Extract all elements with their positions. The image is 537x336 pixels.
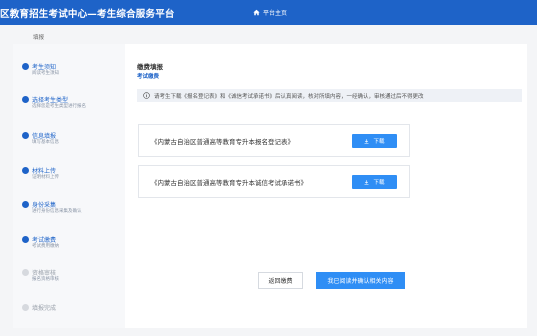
download-icon — [364, 138, 369, 144]
download-button-label: 下载 — [373, 139, 385, 145]
step-dot — [22, 96, 29, 103]
step-sidebar — [13, 44, 125, 328]
step-desc: 填写基本信息 — [32, 140, 59, 145]
step-desc: 证明材料上传 — [32, 175, 59, 180]
step-dot — [22, 132, 29, 139]
document-row: 《内蒙古自治区普通高等教育专升本诚信考试承诺书》 下载 — [138, 165, 410, 198]
step-dot — [22, 269, 29, 276]
home-icon — [253, 9, 260, 16]
confirm-read-button[interactable]: 我已阅读并确认相关内容 — [316, 272, 405, 289]
document-row: 《内蒙古自治区普通高等教育专升本报名登记表》 下载 — [138, 124, 410, 157]
home-link-label: 平台主页 — [263, 10, 288, 17]
step-desc: 报名资格审核 — [32, 277, 59, 282]
download-icon — [364, 179, 369, 185]
app-title: 区教育招生考试中心—考生综合服务平台 — [0, 9, 175, 20]
step-dot — [22, 167, 29, 174]
download-button-label: 下载 — [373, 180, 385, 186]
breadcrumb: 填报 — [33, 35, 45, 41]
step-dot — [22, 63, 29, 70]
step-desc: 考试费用缴纳 — [32, 244, 59, 249]
step-dot — [22, 304, 29, 311]
document-label: 《内蒙古自治区普通高等教育专升本报名登记表》 — [151, 138, 294, 146]
download-button[interactable]: 下载 — [352, 134, 397, 148]
step-dot — [22, 201, 29, 208]
section-subtitle: 考试缴费 — [137, 74, 160, 80]
info-icon — [143, 92, 150, 99]
top-header: 区教育招生考试中心—考生综合服务平台 平台主页 — [0, 0, 537, 25]
download-button[interactable]: 下载 — [352, 175, 397, 189]
step-desc: 选择您是考生类型进行报名 — [32, 104, 86, 109]
step-dot — [22, 236, 29, 243]
step-desc: 阅读考生须知 — [32, 71, 59, 76]
notice-text: 请考生下载《报名登记表》和《诚信考试承诺书》后认真阅读，核对所填内容，一经确认，… — [154, 93, 424, 100]
home-link[interactable]: 平台主页 — [253, 8, 287, 17]
step-name: 填报完成 — [32, 305, 57, 312]
back-to-payment-button[interactable]: 返回缴费 — [258, 272, 303, 289]
document-label: 《内蒙古自治区普通高等教育专升本诚信考试承诺书》 — [151, 179, 307, 187]
section-title: 缴费填报 — [137, 63, 163, 71]
step-desc: 进行身份信息采集及确认 — [32, 209, 82, 214]
notice-banner: 请考生下载《报名登记表》和《诚信考试承诺书》后认真阅读，核对所填内容，一经确认，… — [137, 89, 522, 102]
